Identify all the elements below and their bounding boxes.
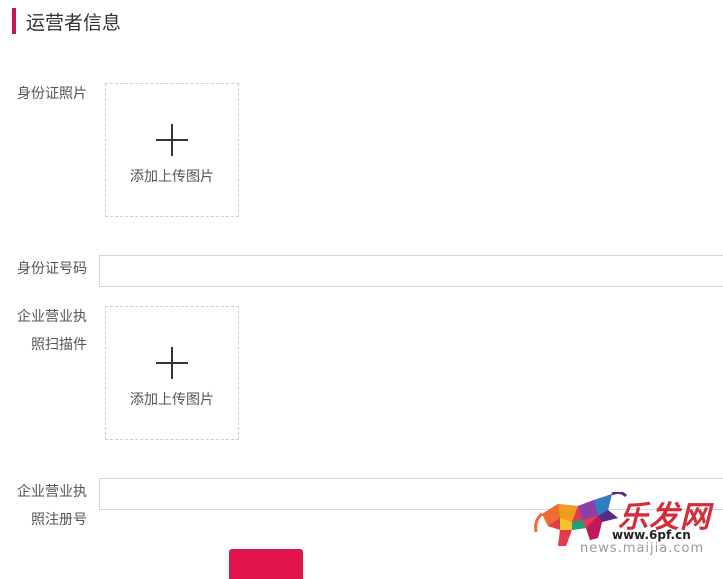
license-scan-upload[interactable]: 添加上传图片 xyxy=(105,306,239,440)
watermark-domain: www.6pf.cn xyxy=(612,528,691,542)
section-header: 运营者信息 xyxy=(12,8,121,34)
submit-button[interactable] xyxy=(229,549,303,579)
license-scan-label-line1: 企业营业执 xyxy=(17,309,87,325)
license-scan-label-line2: 照扫描件 xyxy=(31,337,87,353)
license-number-label-line1: 企业营业执 xyxy=(17,484,87,500)
id-number-label: 身份证号码 xyxy=(17,261,87,277)
id-number-input[interactable] xyxy=(99,255,723,287)
license-number-label-line2: 照注册号 xyxy=(31,512,87,528)
plus-icon xyxy=(156,124,188,156)
section-accent-bar xyxy=(12,8,16,34)
license-number-label: 企业营业执 照注册号 xyxy=(11,478,87,534)
id-photo-upload[interactable]: 添加上传图片 xyxy=(105,83,239,217)
upload-label: 添加上传图片 xyxy=(130,169,214,185)
license-scan-label: 企业营业执 照扫描件 xyxy=(11,303,87,359)
watermark-subdomain: news.maijia.com xyxy=(580,541,705,556)
watermark-logo: 乐发网 www.6pf.cn news.maijia.com xyxy=(532,488,723,557)
section-title: 运营者信息 xyxy=(26,11,122,34)
id-photo-label: 身份证照片 xyxy=(17,86,87,102)
upload-label: 添加上传图片 xyxy=(130,392,214,408)
plus-icon xyxy=(156,347,188,379)
